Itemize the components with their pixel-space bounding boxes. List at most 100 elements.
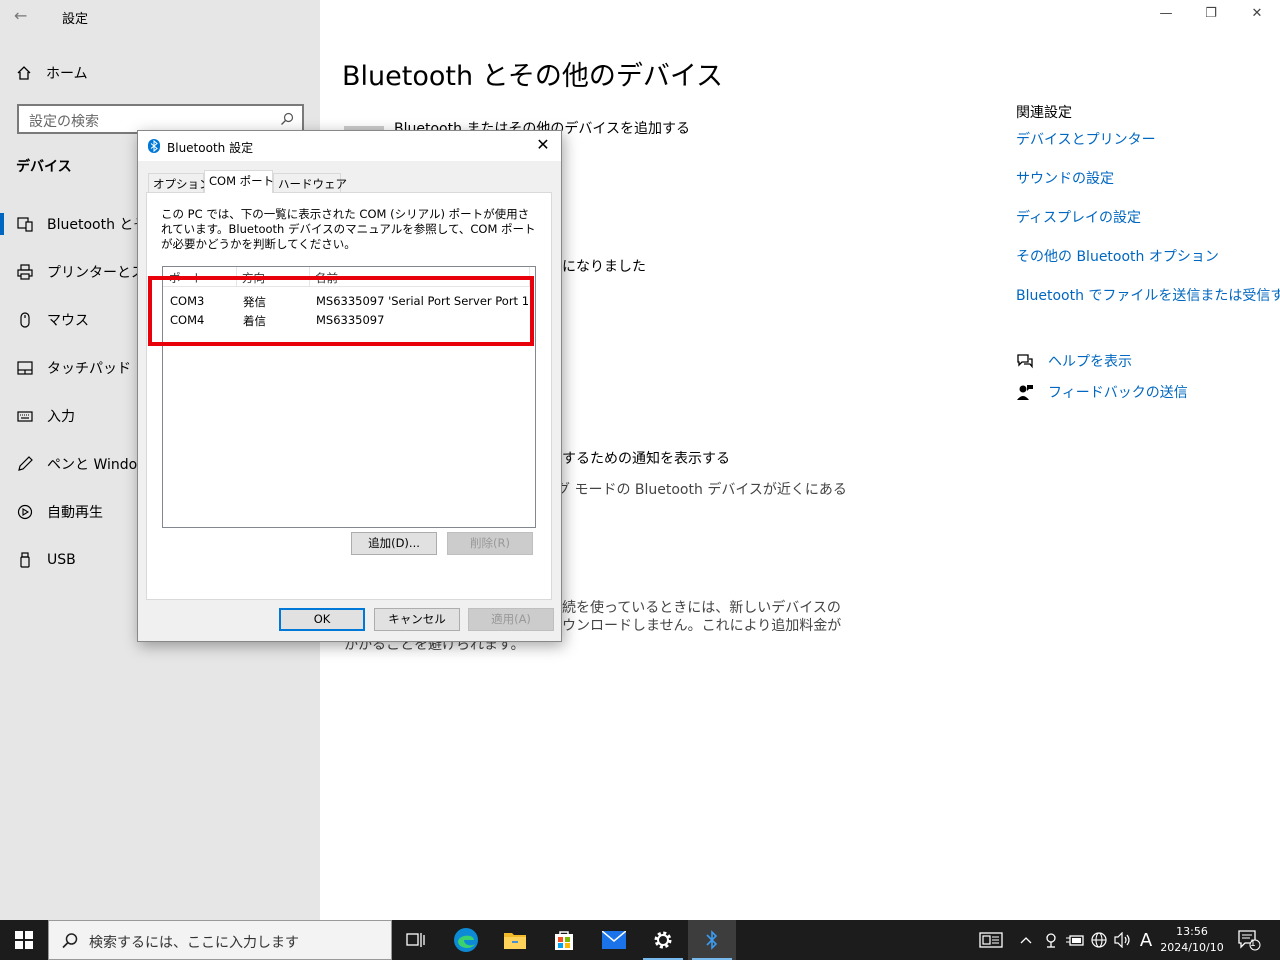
metered-description-line1: 続を使っているときには、新しいデバイスの <box>562 600 841 616</box>
webcam-tray-button[interactable] <box>1040 920 1062 960</box>
cell-direction: 着信 <box>243 314 266 328</box>
apply-button[interactable]: 適用(A) <box>468 608 554 631</box>
edge-button[interactable] <box>442 920 490 960</box>
sidebar-item-label: 入力 <box>47 409 75 425</box>
show-hidden-icons-button[interactable] <box>1016 920 1036 960</box>
power-tray-button[interactable] <box>1064 920 1086 960</box>
settings-search-placeholder: 設定の検索 <box>29 114 99 130</box>
swift-pair-description: グ モードの Bluetooth デバイスが近くにある <box>556 482 847 498</box>
get-help-link[interactable]: ヘルプを表示 <box>1016 351 1132 371</box>
column-header-name[interactable]: 名前 <box>315 270 338 286</box>
tab-hardware[interactable]: ハードウェア <box>273 173 347 192</box>
power-plug-icon <box>1066 935 1084 946</box>
taskbar-search-placeholder: 検索するには、ここに入力します <box>89 935 299 951</box>
mail-icon <box>602 931 626 949</box>
discoverable-text: になりました <box>562 259 646 275</box>
store-button[interactable] <box>540 920 588 960</box>
mail-button[interactable] <box>590 920 638 960</box>
folder-icon <box>504 933 526 949</box>
printer-icon <box>16 263 34 281</box>
dialog-title: Bluetooth 設定 <box>167 141 254 155</box>
com-ports-panel: この PC では、下の一覧に表示された COM (シリアル) ポートが使用されて… <box>146 192 552 600</box>
swift-pair-checkbox-label[interactable]: するための通知を表示する <box>562 448 730 468</box>
taskbar-search-box[interactable]: 検索するには、ここに入力します <box>48 920 392 960</box>
taskbar-clock[interactable]: 13:56 2024/10/10 <box>1158 924 1226 956</box>
remove-port-button[interactable]: 削除(R) <box>447 532 533 555</box>
page-title: Bluetooth とその他のデバイス <box>342 61 724 92</box>
network-tray-button[interactable] <box>1088 920 1110 960</box>
column-separator <box>236 267 237 287</box>
dialog-titlebar[interactable]: Bluetooth 設定 ✕ <box>138 131 561 161</box>
sidebar-item-label: タッチパッド <box>47 361 131 377</box>
edge-browser-icon <box>454 928 478 952</box>
link-send-receive-files[interactable]: Bluetooth でファイルを送信または受信する <box>1016 285 1280 305</box>
search-icon <box>62 933 78 949</box>
feedback-label: フィードバックの送信 <box>1048 385 1188 401</box>
cell-name: MS6335097 'Serial Port Server Port 1' <box>316 294 533 308</box>
speaker-icon <box>1114 932 1130 948</box>
bluetooth-dialog-button[interactable] <box>688 920 736 960</box>
start-button[interactable] <box>0 920 48 960</box>
clock-time: 13:56 <box>1176 925 1208 938</box>
cell-port: COM4 <box>170 313 205 327</box>
list-header: ポート 方向 名前 <box>163 267 531 287</box>
com-ports-list[interactable]: ポート 方向 名前 COM3 発信 MS6335097 'Serial Port… <box>162 266 536 528</box>
taskbar: 検索するには、ここに入力します A 13:56 2024/10/10 1 <box>0 920 1280 960</box>
pen-icon <box>16 455 34 473</box>
tab-options[interactable]: オプション <box>148 173 211 192</box>
link-sound-settings[interactable]: サウンドの設定 <box>1016 168 1114 188</box>
column-separator <box>529 267 530 287</box>
sidebar-item-label: USB <box>47 552 76 568</box>
gear-icon <box>654 931 672 949</box>
autoplay-icon <box>16 503 34 521</box>
get-help-label: ヘルプを表示 <box>1048 354 1132 370</box>
bluetooth-device-icon <box>16 215 34 233</box>
nav-section-title: デバイス <box>16 159 72 175</box>
metered-description-line2: ウンロードしません。これにより追加料金が <box>562 618 842 634</box>
windows-logo-icon <box>15 931 33 949</box>
link-devices-printers[interactable]: デバイスとプリンター <box>1016 129 1156 149</box>
bluetooth-icon <box>706 930 718 950</box>
tab-com-ports[interactable]: COM ポート <box>204 170 274 193</box>
link-display-settings[interactable]: ディスプレイの設定 <box>1016 207 1141 227</box>
cell-name: MS6335097 <box>316 313 385 327</box>
cell-direction: 発信 <box>243 295 266 309</box>
add-port-button[interactable]: 追加(D)... <box>351 532 437 555</box>
back-arrow-icon[interactable]: ← <box>14 6 36 26</box>
volume-tray-button[interactable] <box>1112 920 1134 960</box>
bluetooth-icon <box>148 139 160 153</box>
ime-mode-indicator[interactable]: A <box>1136 920 1156 960</box>
column-header-port[interactable]: ポート <box>169 270 204 286</box>
com-ports-description: この PC では、下の一覧に表示された COM (シリアル) ポートが使用されて… <box>161 207 536 251</box>
table-row[interactable]: COM3 発信 MS6335097 'Serial Port Server Po… <box>163 292 535 311</box>
feedback-icon <box>1017 385 1033 400</box>
mouse-icon <box>16 311 34 329</box>
help-chat-icon <box>1017 354 1033 369</box>
task-view-button[interactable] <box>392 920 440 960</box>
table-row[interactable]: COM4 着信 MS6335097 <box>163 311 535 330</box>
link-more-bluetooth-options[interactable]: その他の Bluetooth オプション <box>1016 246 1219 266</box>
feedback-link[interactable]: フィードバックの送信 <box>1016 382 1188 402</box>
nav-home-label: ホーム <box>46 66 88 82</box>
action-center-button[interactable]: 1 <box>1234 920 1264 960</box>
minimize-button[interactable]: — <box>1153 6 1179 26</box>
restore-button[interactable]: ❐ <box>1198 6 1224 26</box>
home-icon <box>17 66 31 80</box>
news-widget-button[interactable] <box>976 920 1006 960</box>
file-explorer-button[interactable] <box>491 920 539 960</box>
nav-home[interactable]: ホーム <box>16 62 88 84</box>
app-title: 設定 <box>62 12 89 27</box>
sidebar-item-label: マウス <box>47 313 89 329</box>
sidebar-item-label: 自動再生 <box>47 505 103 521</box>
ok-button[interactable]: OK <box>279 608 365 631</box>
close-window-button[interactable]: ✕ <box>1244 6 1270 26</box>
news-icon <box>979 932 1003 948</box>
column-header-direction[interactable]: 方向 <box>242 270 265 286</box>
cancel-button[interactable]: キャンセル <box>374 608 460 631</box>
chevron-up-icon <box>1020 937 1032 944</box>
dialog-close-button[interactable]: ✕ <box>533 135 553 155</box>
settings-app-button[interactable] <box>639 920 687 960</box>
usb-icon <box>16 551 34 569</box>
column-separator <box>309 267 310 287</box>
keyboard-icon <box>16 407 34 425</box>
